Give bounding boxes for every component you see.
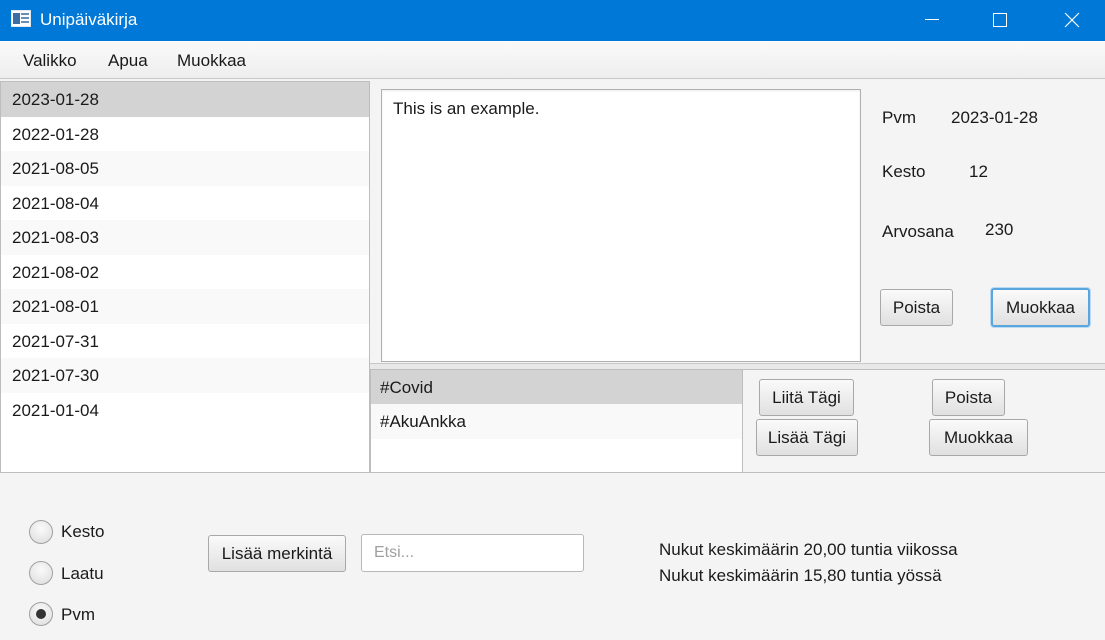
window-title: Unipäiväkirja xyxy=(40,10,138,29)
menu-apua[interactable]: Apua xyxy=(108,51,148,71)
pvm-label: Pvm xyxy=(882,108,916,127)
arvosana-label: Arvosana xyxy=(882,222,954,241)
date-list[interactable]: 2023-01-28 2022-01-28 2021-08-05 2021-08… xyxy=(0,81,370,473)
minimize-icon xyxy=(925,19,939,20)
pvm-value: 2023-01-28 xyxy=(951,108,1038,127)
details-pane: Pvm 2023-01-28 Kesto 12 Arvosana 230 Poi… xyxy=(862,81,1105,362)
maximize-icon xyxy=(993,13,1007,27)
add-tag-button[interactable]: Lisää Tägi xyxy=(756,419,858,456)
radio-pvm-label: Pvm xyxy=(61,605,95,624)
nightly-average-text: Nukut keskimäärin 15,80 tuntia yössä xyxy=(659,566,942,585)
close-button[interactable] xyxy=(1049,0,1095,41)
close-icon xyxy=(1064,12,1080,28)
radio-laatu-label: Laatu xyxy=(61,564,104,583)
weekly-average-text: Nukut keskimäärin 20,00 tuntia viikossa xyxy=(659,540,958,559)
menu-muokkaa[interactable]: Muokkaa xyxy=(177,51,246,71)
date-list-item[interactable]: 2021-08-03 xyxy=(1,220,369,255)
tag-actions-pane: Liitä Tägi Lisää Tägi Poista Muokkaa xyxy=(743,369,1105,473)
delete-tag-button[interactable]: Poista xyxy=(932,379,1005,416)
date-list-item[interactable]: 2021-08-01 xyxy=(1,289,369,324)
search-input[interactable] xyxy=(361,534,584,572)
add-entry-button[interactable]: Lisää merkintä xyxy=(208,535,346,572)
kesto-label: Kesto xyxy=(882,162,926,181)
menu-valikko[interactable]: Valikko xyxy=(23,51,77,71)
radio-laatu[interactable] xyxy=(29,561,53,585)
edit-entry-button[interactable]: Muokkaa xyxy=(991,288,1090,327)
tag-list-item[interactable]: #Covid xyxy=(371,370,742,405)
radio-kesto[interactable] xyxy=(29,520,53,544)
tag-list[interactable]: #Covid #AkuAnkka xyxy=(370,369,743,473)
radio-pvm[interactable] xyxy=(29,602,53,626)
attach-tag-button[interactable]: Liitä Tägi xyxy=(759,379,854,416)
date-list-item[interactable]: 2021-07-30 xyxy=(1,358,369,393)
title-bar: Unipäiväkirja xyxy=(0,0,1105,41)
date-list-item[interactable]: 2021-01-04 xyxy=(1,393,369,428)
minimize-button[interactable] xyxy=(909,0,955,41)
date-list-item[interactable]: 2022-01-28 xyxy=(1,117,369,152)
maximize-button[interactable] xyxy=(977,0,1023,41)
arvosana-value: 230 xyxy=(985,220,1014,239)
entry-text-area[interactable]: This is an example. xyxy=(381,89,861,362)
date-list-item[interactable]: 2023-01-28 xyxy=(1,82,369,117)
menu-bar: Valikko Apua Muokkaa xyxy=(0,41,1105,79)
app-icon xyxy=(11,10,31,27)
radio-kesto-label: Kesto xyxy=(61,522,105,541)
edit-tag-button[interactable]: Muokkaa xyxy=(929,419,1028,456)
date-list-item[interactable]: 2021-08-04 xyxy=(1,186,369,221)
date-list-item[interactable]: 2021-08-02 xyxy=(1,255,369,290)
tag-list-item[interactable]: #AkuAnkka xyxy=(371,404,742,439)
date-list-item[interactable]: 2021-08-05 xyxy=(1,151,369,186)
radio-selected-dot xyxy=(36,609,46,619)
delete-entry-button[interactable]: Poista xyxy=(880,289,953,326)
date-list-item[interactable]: 2021-07-31 xyxy=(1,324,369,359)
kesto-value: 12 xyxy=(969,162,988,181)
